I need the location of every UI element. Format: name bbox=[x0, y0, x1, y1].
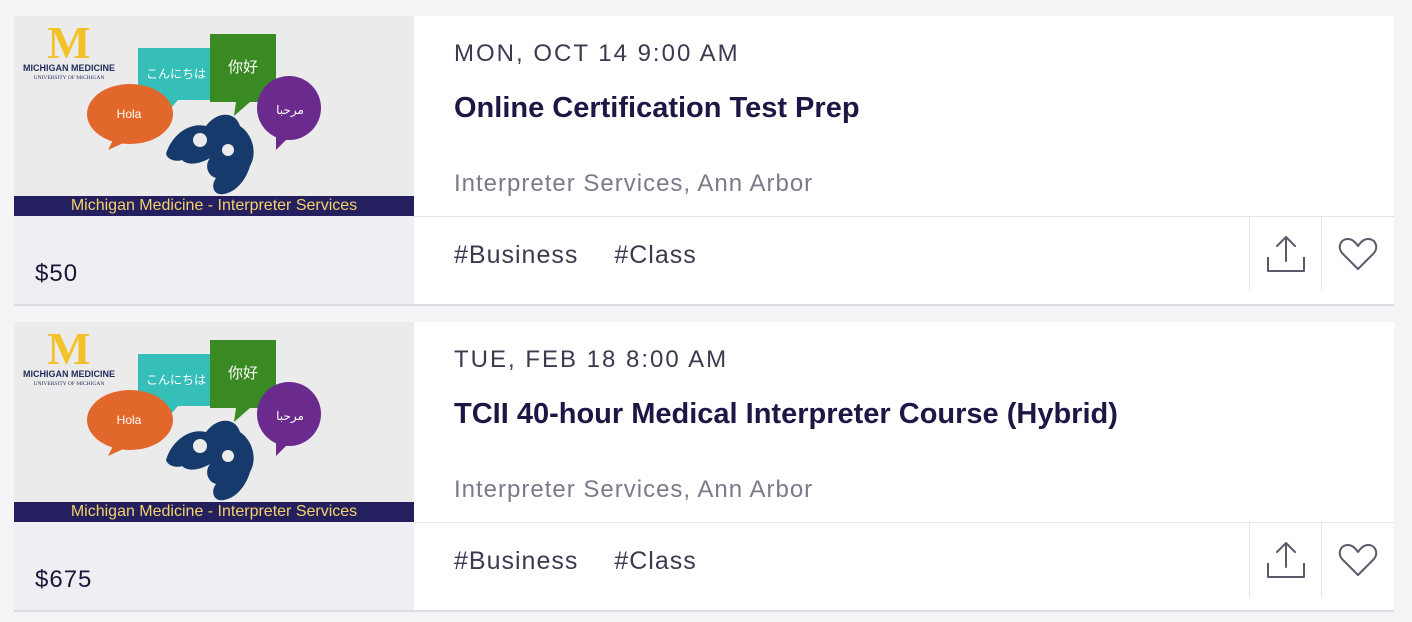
bubble-text: 你好 bbox=[228, 58, 258, 76]
tag-list: #Business #Class bbox=[454, 547, 725, 576]
event-info: MON, OCT 14 9:00 AM Online Certification… bbox=[454, 16, 1394, 216]
share-icon bbox=[1267, 542, 1305, 578]
price-panel: $675 bbox=[14, 522, 414, 610]
event-card[interactable]: M MICHIGAN MEDICINE UNIVERSITY OF MICHIG… bbox=[14, 322, 1394, 610]
bubble-text: Hola bbox=[117, 413, 142, 427]
michigan-logo: M MICHIGAN MEDICINE UNIVERSITY OF MICHIG… bbox=[23, 323, 115, 387]
event-price: $50 bbox=[35, 260, 79, 287]
event-venue: Interpreter Services, Ann Arbor bbox=[454, 170, 814, 197]
heart-icon bbox=[1338, 238, 1378, 270]
logo-sub-text: UNIVERSITY OF MICHIGAN bbox=[34, 75, 105, 81]
event-image-banner: Michigan Medicine - Interpreter Services bbox=[14, 502, 414, 522]
speech-bubble-orange: Hola bbox=[87, 390, 173, 456]
speech-bubble-purple: مرحبا bbox=[257, 382, 321, 456]
event-footer: #Business #Class bbox=[414, 216, 1394, 305]
tag-link[interactable]: #Business bbox=[454, 241, 578, 269]
share-button[interactable] bbox=[1249, 523, 1322, 597]
sign-language-hands bbox=[166, 114, 254, 195]
tag-list: #Business #Class bbox=[454, 241, 725, 270]
event-venue: Interpreter Services, Ann Arbor bbox=[454, 476, 814, 503]
event-footer: #Business #Class bbox=[414, 522, 1394, 611]
logo-org-text: MICHIGAN MEDICINE bbox=[23, 369, 115, 379]
logo-org-text: MICHIGAN MEDICINE bbox=[23, 63, 115, 73]
michigan-logo: M MICHIGAN MEDICINE UNIVERSITY OF MICHIG… bbox=[23, 17, 115, 81]
event-image[interactable]: M MICHIGAN MEDICINE UNIVERSITY OF MICHIG… bbox=[14, 16, 414, 216]
event-card[interactable]: M MICHIGAN MEDICINE UNIVERSITY OF MICHIG… bbox=[14, 16, 1394, 304]
share-button[interactable] bbox=[1249, 217, 1322, 291]
bubble-text: こんにちは bbox=[146, 373, 206, 387]
tag-link[interactable]: #Business bbox=[454, 547, 578, 575]
event-title[interactable]: Online Certification Test Prep bbox=[454, 92, 860, 125]
logo-block-m: M bbox=[47, 323, 90, 374]
event-date: TUE, FEB 18 8:00 AM bbox=[454, 346, 729, 373]
logo-block-m: M bbox=[47, 17, 90, 68]
tag-link[interactable]: #Class bbox=[614, 241, 696, 269]
bubble-text: مرحبا bbox=[276, 409, 304, 424]
event-image[interactable]: M MICHIGAN MEDICINE UNIVERSITY OF MICHIG… bbox=[14, 322, 414, 522]
event-image-art: M MICHIGAN MEDICINE UNIVERSITY OF MICHIG… bbox=[23, 17, 321, 195]
heart-icon bbox=[1338, 544, 1378, 576]
event-info: TUE, FEB 18 8:00 AM TCII 40-hour Medical… bbox=[454, 322, 1394, 522]
speech-bubble-orange: Hola bbox=[87, 84, 173, 150]
bubble-text: مرحبا bbox=[276, 103, 304, 118]
event-price: $675 bbox=[35, 566, 93, 593]
event-list: M MICHIGAN MEDICINE UNIVERSITY OF MICHIG… bbox=[0, 0, 1412, 622]
sign-language-hands bbox=[166, 420, 254, 501]
event-image-banner: Michigan Medicine - Interpreter Services bbox=[14, 196, 414, 216]
bubble-text: 你好 bbox=[228, 364, 258, 382]
tag-link[interactable]: #Class bbox=[614, 547, 696, 575]
price-panel: $50 bbox=[14, 216, 414, 304]
event-title[interactable]: TCII 40-hour Medical Interpreter Course … bbox=[454, 398, 1118, 431]
logo-sub-text: UNIVERSITY OF MICHIGAN bbox=[34, 381, 105, 387]
like-button[interactable] bbox=[1321, 523, 1394, 597]
speech-bubble-purple: مرحبا bbox=[257, 76, 321, 150]
share-icon bbox=[1267, 236, 1305, 272]
like-button[interactable] bbox=[1321, 217, 1394, 291]
event-image-art: M MICHIGAN MEDICINE UNIVERSITY OF MICHIG… bbox=[23, 323, 321, 501]
bubble-text: こんにちは bbox=[146, 67, 206, 81]
event-date: MON, OCT 14 9:00 AM bbox=[454, 40, 740, 67]
bubble-text: Hola bbox=[117, 107, 142, 121]
